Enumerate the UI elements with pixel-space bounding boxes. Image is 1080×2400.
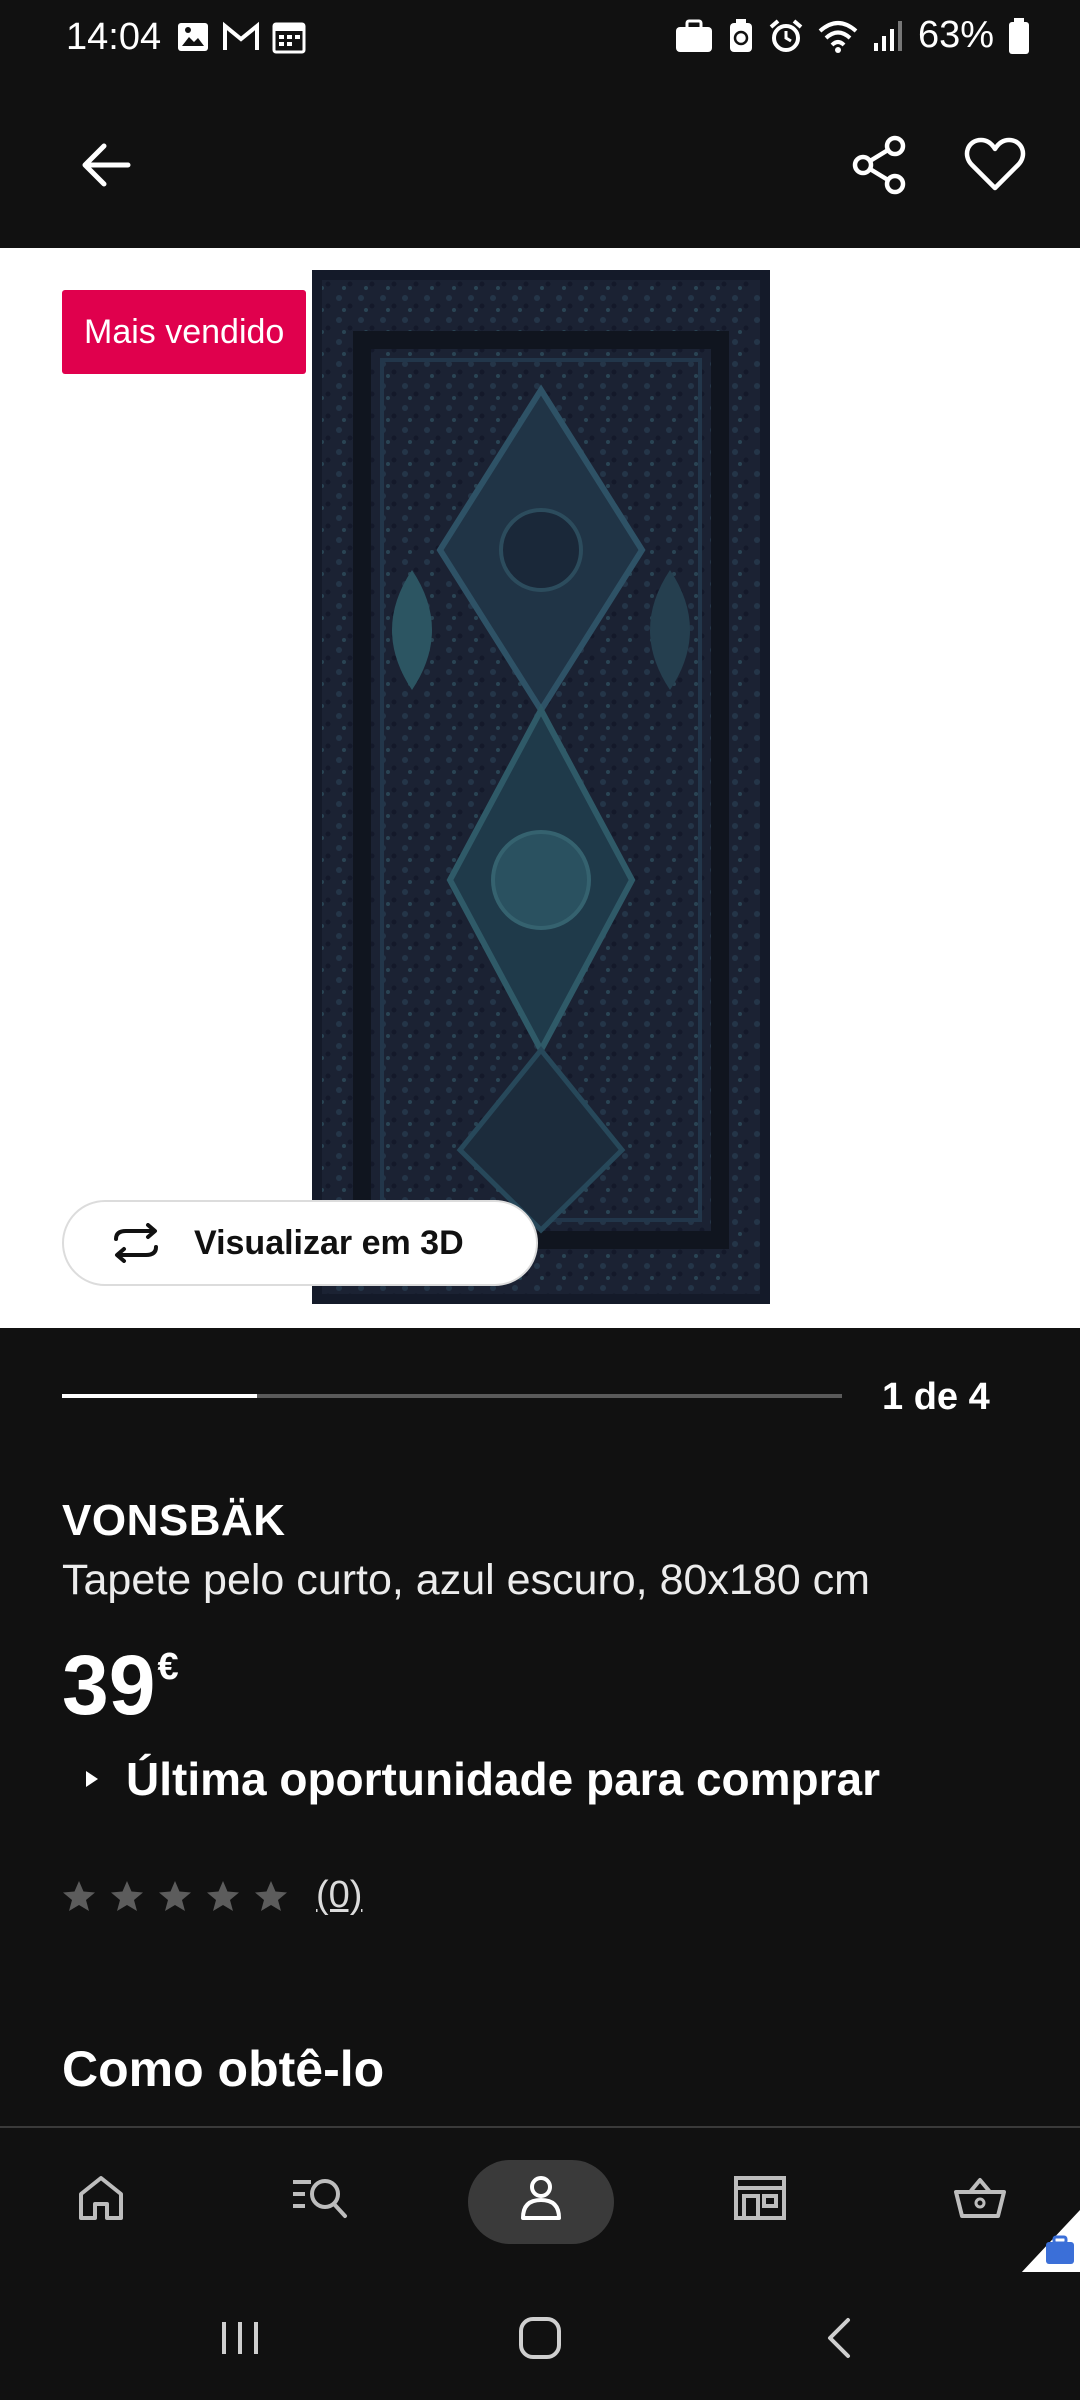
- top-app-bar: [0, 78, 1080, 248]
- recent-apps-button[interactable]: [210, 2308, 270, 2368]
- calendar-icon: [272, 22, 306, 54]
- star-icon: [207, 1880, 239, 1911]
- status-time: 14:04: [66, 16, 162, 58]
- nav-stores[interactable]: [715, 2158, 805, 2238]
- gallery-icon: [178, 23, 208, 51]
- share-icon: [852, 135, 906, 195]
- rotate-3d-icon: [114, 1223, 158, 1263]
- star-icon: [63, 1880, 95, 1911]
- status-system-icons: 63%: [674, 14, 1030, 57]
- status-bar: 14:04 63%: [0, 0, 1080, 78]
- last-chance-text: Última oportunidade para comprar: [126, 1753, 881, 1805]
- product-name: VONSBÄK: [62, 1496, 286, 1545]
- arrow-left-icon: [82, 143, 131, 187]
- rating-count-link[interactable]: (0): [316, 1874, 362, 1917]
- chevron-left-icon: [828, 2318, 850, 2358]
- briefcase-icon: [675, 19, 712, 52]
- star-icon: [159, 1880, 191, 1911]
- how-to-get-heading: Como obtê-lo: [62, 2041, 385, 2097]
- status-notification-icons: [176, 20, 306, 54]
- product-image-carousel[interactable]: Mais vendido Visualizar em 3D: [0, 248, 1080, 1328]
- signal-icon: [873, 20, 902, 51]
- battery-saver-icon: [729, 18, 752, 52]
- bestseller-badge: Mais vendido: [62, 290, 307, 374]
- gmail-icon: [223, 21, 259, 50]
- carousel-counter: 1 de 4: [882, 1376, 990, 1418]
- nav-home[interactable]: [56, 2158, 146, 2238]
- nav-cart[interactable]: [935, 2158, 1025, 2238]
- carousel-progress: [62, 1394, 842, 1398]
- star-icon: [111, 1880, 143, 1911]
- favorite-button[interactable]: [960, 130, 1030, 200]
- bottom-navigation: [0, 2126, 1080, 2272]
- system-navigation-bar: [0, 2272, 1080, 2400]
- last-chance-notice: Última oportunidade para comprar: [84, 1752, 880, 1806]
- triangle-right-icon: [86, 1771, 98, 1787]
- rating[interactable]: (0): [62, 1874, 362, 1917]
- back-button[interactable]: [70, 130, 140, 200]
- star-icon: [255, 1880, 287, 1911]
- heart-icon: [964, 137, 1026, 191]
- price-integer: 39: [62, 1638, 156, 1732]
- cart-icon: [954, 2178, 1006, 2218]
- nav-search[interactable]: [275, 2158, 365, 2238]
- work-profile-corner-icon: [1020, 2210, 1080, 2274]
- alarm-icon: [769, 18, 803, 52]
- product-price: 39 €: [62, 1640, 179, 1730]
- store-icon: [734, 2176, 786, 2220]
- search-icon: [293, 2179, 347, 2218]
- nav-profile[interactable]: [496, 2158, 586, 2238]
- product-image: [312, 270, 770, 1304]
- profile-icon: [521, 2176, 561, 2220]
- wifi-icon: [818, 20, 858, 53]
- view-3d-button[interactable]: Visualizar em 3D: [62, 1200, 538, 1286]
- product-description: Tapete pelo curto, azul escuro, 80x180 c…: [62, 1556, 870, 1604]
- home-system-icon: [519, 2317, 561, 2359]
- view-3d-label: Visualizar em 3D: [194, 1223, 464, 1262]
- back-system-button[interactable]: [810, 2308, 870, 2368]
- home-system-button[interactable]: [510, 2308, 570, 2368]
- carousel-progress-fill: [62, 1394, 257, 1398]
- battery-icon: [1009, 17, 1029, 54]
- home-icon: [79, 2176, 123, 2220]
- recent-apps-icon: [222, 2322, 258, 2354]
- battery-percentage: 63%: [917, 14, 994, 56]
- share-button[interactable]: [845, 130, 915, 200]
- price-currency: €: [157, 1646, 179, 1688]
